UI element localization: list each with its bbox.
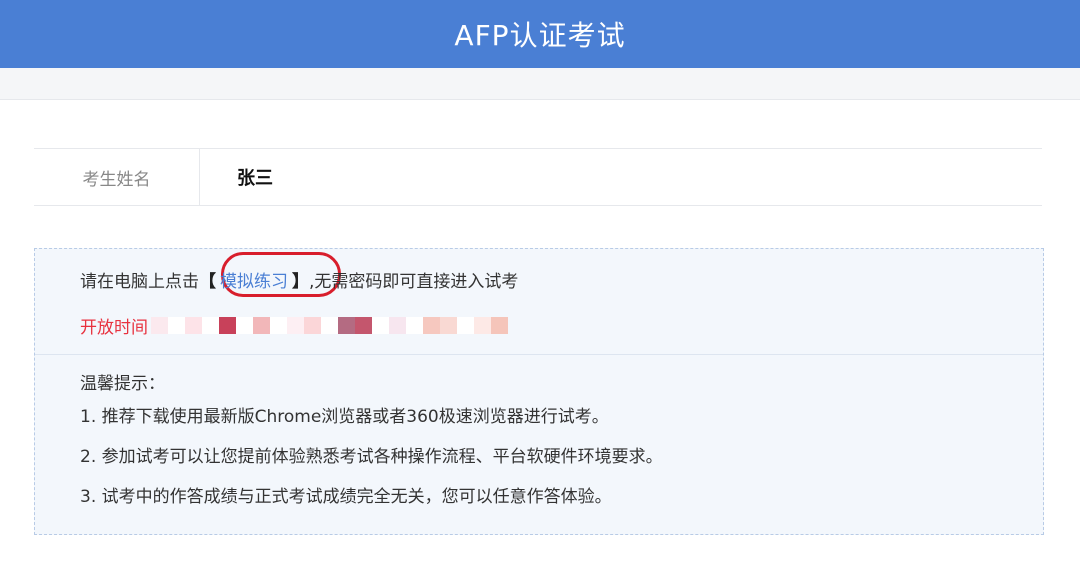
tip-item: 2. 参加试考可以让您提前体验熟悉考试各种操作流程、平台软硬件环境要求。 bbox=[80, 447, 663, 467]
candidate-name-label: 考生姓名 bbox=[34, 149, 200, 205]
candidate-name-value: 张三 bbox=[237, 168, 273, 189]
tip-item: 3. 试考中的作答成绩与正式考试成绩完全无关，您可以任意作答体验。 bbox=[80, 487, 612, 507]
instruction-suffix: ,无需密码即可直接进入试考 bbox=[309, 272, 519, 292]
header-sub-band bbox=[0, 68, 1080, 100]
instruction-prefix: 请在电脑上点击 bbox=[80, 272, 199, 292]
page-header: AFP认证考试 bbox=[0, 0, 1080, 68]
tip-item: 1. 推荐下载使用最新版Chrome浏览器或者360极速浏览器进行试考。 bbox=[80, 407, 609, 427]
page-title: AFP认证考试 bbox=[454, 19, 626, 52]
notice-instructions: 请在电脑上点击 【 模拟练习 】 ,无需密码即可直接进入试考 开放时间 bbox=[35, 249, 1043, 355]
redacted-time-mosaic bbox=[151, 317, 508, 334]
bracket-close: 】 bbox=[292, 272, 309, 292]
bracket-open: 【 bbox=[199, 272, 216, 292]
tips-title: 温馨提示： bbox=[80, 374, 165, 394]
candidate-info-table: 考生姓名 张三 bbox=[34, 148, 1042, 206]
open-time-row: 开放时间 bbox=[80, 313, 508, 338]
tips-section: 温馨提示： 1. 推荐下载使用最新版Chrome浏览器或者360极速浏览器进行试… bbox=[80, 369, 663, 526]
instruction-line: 请在电脑上点击 【 模拟练习 】 ,无需密码即可直接进入试考 bbox=[80, 267, 518, 292]
practice-link[interactable]: 模拟练习 bbox=[220, 267, 288, 292]
open-time-label: 开放时间 bbox=[80, 318, 148, 338]
notice-box: 请在电脑上点击 【 模拟练习 】 ,无需密码即可直接进入试考 开放时间 温馨提示… bbox=[34, 248, 1044, 535]
